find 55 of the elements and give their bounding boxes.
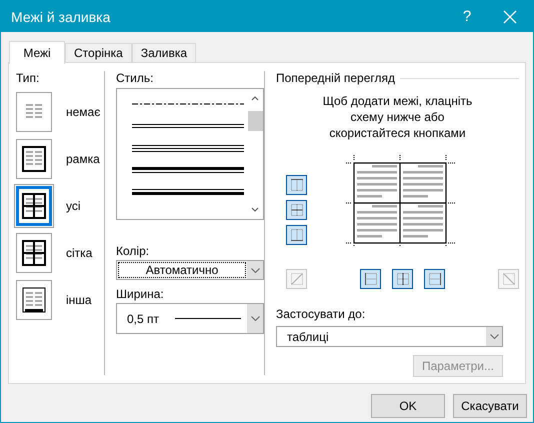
border-toggle-button[interactable] (360, 269, 381, 289)
border-toggle-button[interactable] (392, 269, 413, 289)
dialog-button[interactable]: Скасувати (453, 394, 527, 418)
chevron-up-icon (251, 95, 259, 101)
color-dropdown[interactable]: Автоматично (116, 260, 264, 280)
border-type-button[interactable] (16, 139, 52, 179)
border-type-label: рамка (66, 152, 100, 166)
border-type-button[interactable] (16, 186, 52, 226)
tab[interactable]: Межі (9, 41, 65, 64)
style-label: Стиль: (116, 71, 154, 85)
width-dropdown[interactable]: 0,5 пт (116, 303, 264, 334)
border-toggle-button[interactable] (286, 225, 307, 245)
scroll-thumb[interactable] (248, 111, 262, 131)
border-type-label: усі (66, 199, 81, 213)
border-type-label: інша (66, 293, 92, 307)
width-label: Ширина: (116, 287, 165, 301)
line-style-option[interactable] (132, 121, 244, 131)
border-icon (290, 272, 304, 286)
border-icon (396, 272, 410, 286)
chevron-down-icon (490, 334, 498, 339)
border-icon (502, 272, 516, 286)
chevron-down-icon (250, 316, 260, 321)
page-layout-icon (22, 287, 46, 313)
apply-to-dropdown[interactable]: таблиці (276, 326, 503, 347)
preview-label: Попередній перегляд (276, 71, 396, 85)
border-toggle-button[interactable] (286, 200, 307, 220)
color-label: Колір: (116, 244, 150, 258)
border-type-label: сітка (66, 246, 92, 260)
chevron-down-icon (251, 207, 259, 213)
border-icon (364, 272, 378, 286)
line-style-option[interactable] (132, 143, 244, 153)
preview-hint: Щоб додати межі, клацніть схему нижче або скористайтеся кнопками (322, 93, 474, 141)
page-layout-icon (22, 193, 46, 219)
border-type-button[interactable] (16, 280, 52, 320)
border-toggle-button[interactable] (286, 175, 307, 195)
border-icon (428, 272, 442, 286)
page-layout-icon (22, 146, 46, 172)
window-title: Межі й заливка (11, 8, 112, 24)
chevron-down-icon (250, 268, 260, 272)
type-label: Тип: (16, 71, 40, 85)
dialog-button[interactable]: OK (371, 394, 445, 418)
border-type-button[interactable] (16, 233, 52, 273)
border-icon (290, 178, 304, 192)
border-icon (290, 203, 304, 217)
tab[interactable]: Заливка (132, 43, 196, 62)
line-style-option[interactable] (132, 187, 244, 197)
tab[interactable]: Сторінка (65, 43, 132, 62)
border-icon (290, 228, 304, 242)
close-icon (503, 10, 517, 24)
border-toggle-button[interactable] (424, 269, 445, 289)
style-list[interactable] (116, 88, 264, 220)
border-type-label: немає (66, 105, 100, 119)
apply-to-label: Застосувати до: (276, 307, 366, 321)
page-layout-icon (22, 240, 46, 266)
line-style-option[interactable] (132, 165, 244, 175)
